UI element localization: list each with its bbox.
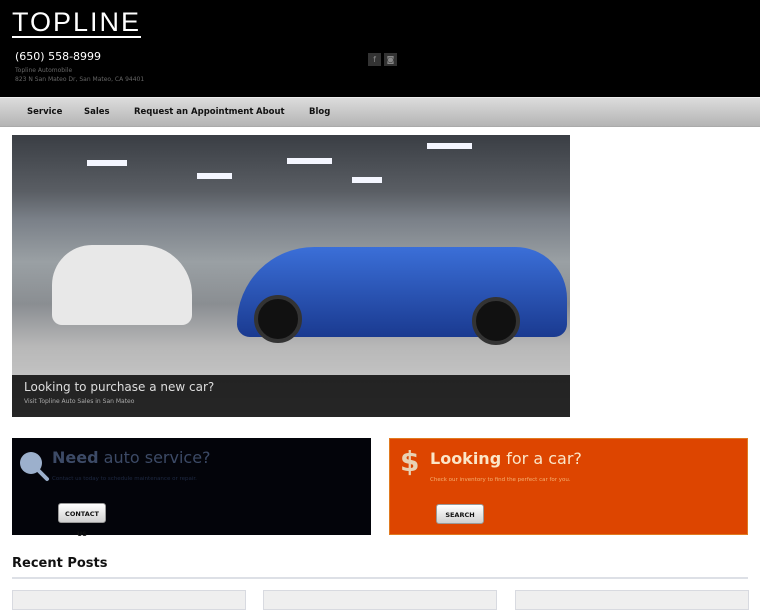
- address-block: Topline Automobile 823 N San Mateo Dr, S…: [15, 66, 144, 84]
- main-nav: Service Sales Request an Appointment Abo…: [0, 97, 760, 127]
- service-heading: Need auto service?: [52, 448, 211, 467]
- search-button[interactable]: SEARCH: [436, 504, 484, 524]
- wheel: [254, 295, 302, 343]
- service-text: Contact us today to schedule maintenance…: [52, 476, 197, 482]
- site-header: TOPLINE (650) 558-8999 Topline Automobil…: [0, 0, 760, 97]
- hero-title: Looking to purchase a new car?: [24, 380, 215, 394]
- divider: [12, 577, 748, 579]
- recent-posts-heading: Recent Posts: [12, 556, 108, 571]
- facebook-icon[interactable]: f: [368, 53, 381, 66]
- nav-about[interactable]: About: [256, 107, 285, 117]
- logo[interactable]: TOPLINE: [12, 9, 142, 38]
- service-callout: Need auto service? Contact us today to s…: [12, 438, 371, 538]
- nav-service[interactable]: Service: [27, 107, 62, 117]
- contact-us-button[interactable]: CONTACT US: [58, 503, 106, 538]
- post-card[interactable]: [12, 590, 246, 610]
- ceiling-light: [287, 158, 332, 164]
- ceiling-light: [197, 173, 232, 179]
- white-car: [52, 245, 192, 325]
- magnifier-icon: [20, 452, 49, 481]
- dollar-icon: $: [400, 445, 420, 478]
- nav-blog[interactable]: Blog: [309, 107, 330, 117]
- nav-request-appointment[interactable]: Request an Appointment: [134, 107, 253, 117]
- ceiling-light: [87, 160, 127, 166]
- ceiling-light: [427, 143, 472, 149]
- post-card[interactable]: [515, 590, 749, 610]
- wheel: [472, 297, 520, 345]
- phone-number[interactable]: (650) 558-8999: [15, 50, 101, 63]
- nav-sales[interactable]: Sales: [84, 107, 110, 117]
- hero-caption: Looking to purchase a new car? Visit Top…: [12, 375, 570, 417]
- ceiling-light: [352, 177, 382, 183]
- business-name: Topline Automobile: [15, 67, 73, 74]
- sales-text: Check our inventory to find the perfect …: [430, 477, 571, 483]
- sales-callout: $ Looking for a car? Check our inventory…: [389, 438, 748, 535]
- hero-slider[interactable]: Looking to purchase a new car? Visit Top…: [12, 135, 570, 417]
- hero-subtitle: Visit Topline Auto Sales in San Mateo: [24, 398, 135, 405]
- post-card[interactable]: [263, 590, 497, 610]
- address: 823 N San Mateo Dr, San Mateo, CA 94401: [15, 76, 145, 83]
- instagram-icon[interactable]: ◙: [384, 53, 397, 66]
- sales-heading: Looking for a car?: [430, 449, 582, 468]
